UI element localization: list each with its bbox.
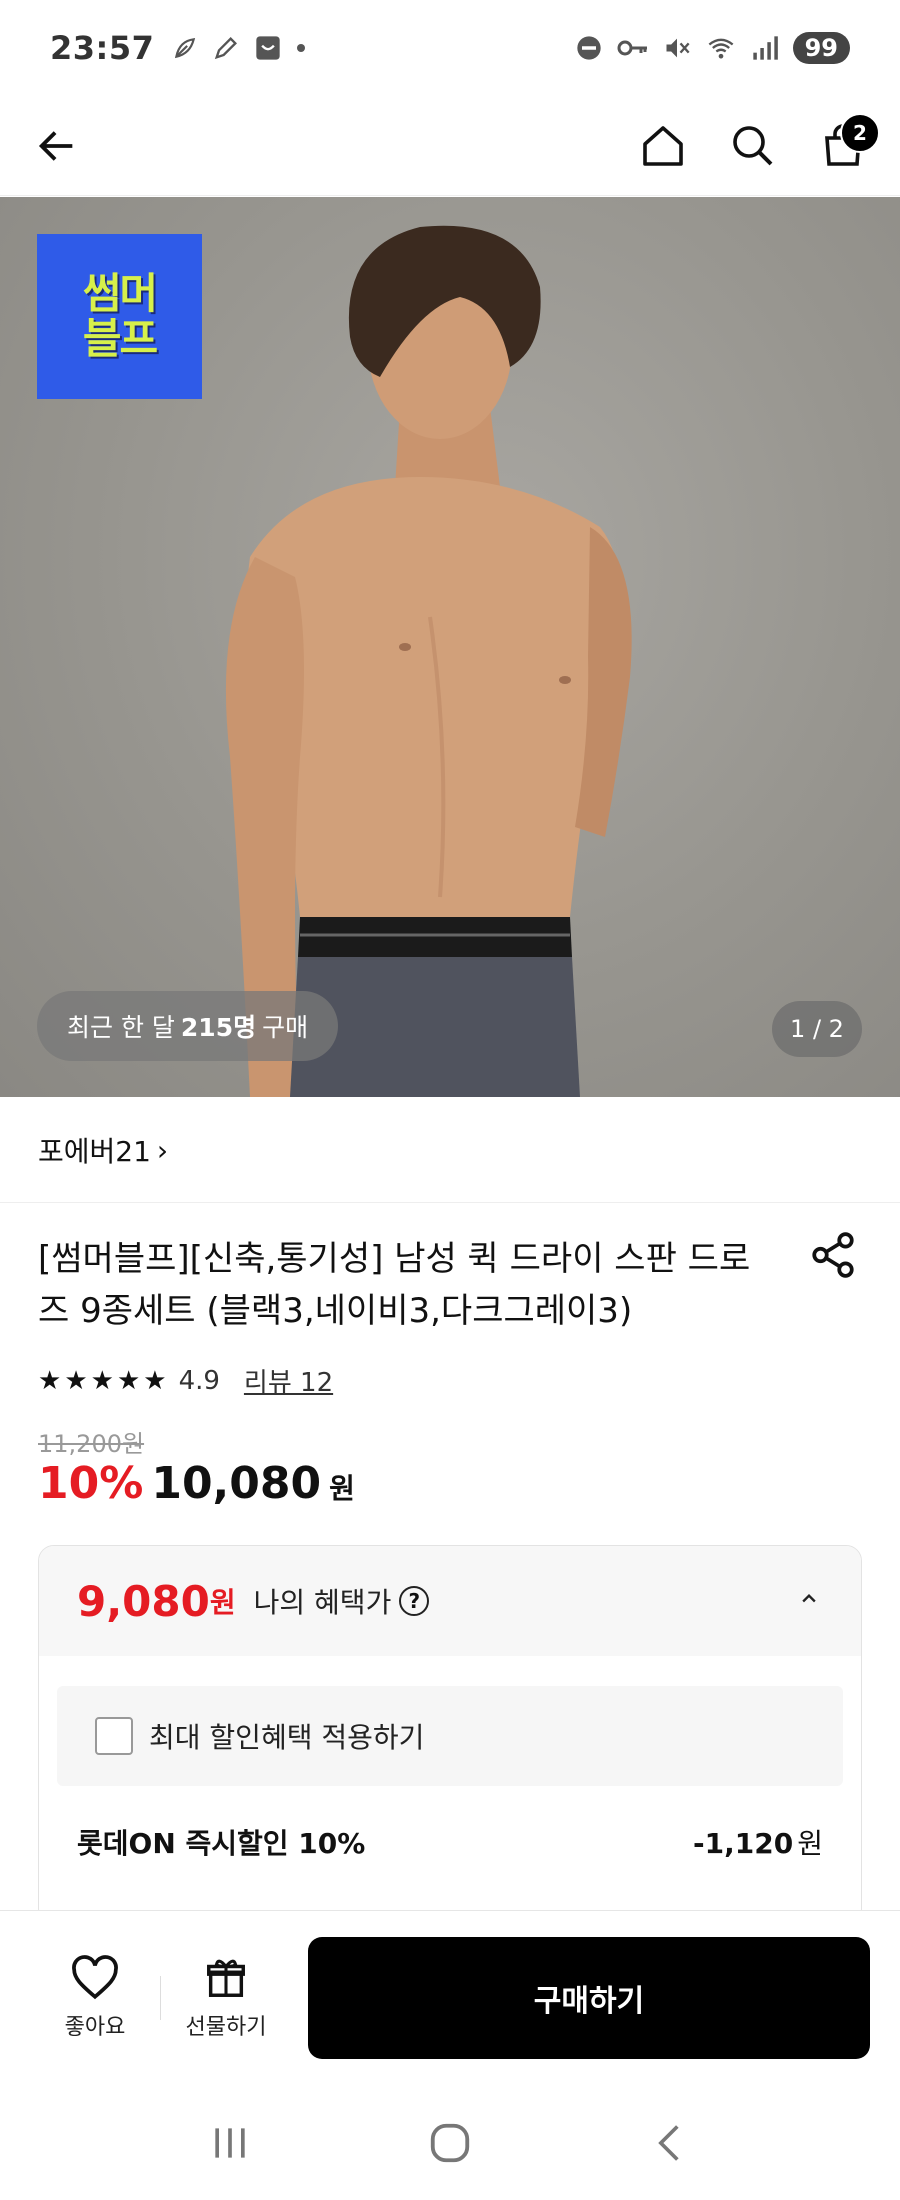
currency-won: 원 bbox=[329, 1472, 355, 1505]
like-button[interactable]: 좋아요 bbox=[30, 1955, 160, 2041]
like-label: 좋아요 bbox=[64, 2015, 126, 2040]
chevron-right-icon: › bbox=[156, 1133, 169, 1167]
product-image-carousel[interactable]: 썸머 블프 최근 한 달 215명 구매 1 / 2 bbox=[0, 197, 900, 1097]
max-discount-checkbox[interactable] bbox=[95, 1717, 133, 1755]
status-time: 23:57 bbox=[50, 29, 155, 67]
back-nav-icon[interactable] bbox=[648, 2121, 692, 2165]
review-link[interactable]: 리뷰 12 bbox=[244, 1362, 333, 1399]
star-icon: ★ bbox=[143, 1365, 167, 1396]
signal-icon bbox=[752, 36, 778, 60]
star-icon: ★ bbox=[64, 1365, 88, 1396]
star-icon: ★ bbox=[38, 1365, 62, 1396]
recent-buyers-pill: 최근 한 달 215명 구매 bbox=[37, 991, 339, 1061]
brand-name: 포에버21 bbox=[38, 1135, 151, 1168]
max-discount-option[interactable]: 최대 할인혜택 적용하기 bbox=[57, 1686, 843, 1786]
benefit-price: 9,080 bbox=[77, 1576, 210, 1626]
buy-button[interactable]: 구매하기 bbox=[308, 1937, 870, 2059]
home-button[interactable] bbox=[636, 119, 690, 173]
battery-indicator: 99 bbox=[792, 32, 850, 64]
benefit-label: 나의 혜택가 bbox=[253, 1586, 392, 1619]
rating-value: 4.9 bbox=[178, 1365, 220, 1396]
status-left: 23:57 bbox=[50, 29, 306, 67]
product-title: [썸머블프][신축,통기성] 남성 퀵 드라이 스판 드로즈 9종세트 (블랙3… bbox=[38, 1239, 751, 1331]
divider bbox=[0, 1202, 900, 1203]
discount-rate: 10% bbox=[38, 1458, 144, 1509]
gift-label: 선물하기 bbox=[185, 2015, 267, 2040]
status-bar: 23:57 99 bbox=[0, 0, 900, 96]
back-button[interactable] bbox=[30, 119, 84, 173]
promo-badge-line2: 블프 bbox=[82, 313, 158, 363]
brand-link[interactable]: 포에버21 › bbox=[38, 1130, 168, 1170]
key-icon bbox=[617, 40, 647, 56]
buyers-count: 215명 bbox=[180, 1013, 257, 1042]
max-discount-label: 최대 할인혜택 적용하기 bbox=[149, 1721, 425, 1754]
cart-count-badge: 2 bbox=[840, 112, 880, 153]
wifi-icon bbox=[708, 38, 733, 59]
star-icon: ★ bbox=[116, 1365, 141, 1396]
pen-icon bbox=[215, 37, 238, 60]
benefit-card: 9,080 원 나의 혜택가 ? 최대 할인혜택 적용하기 롯데ON 즉시할인 … bbox=[38, 1545, 862, 1925]
chevron-up-icon[interactable] bbox=[795, 1584, 823, 1619]
home-nav-icon[interactable] bbox=[427, 2120, 473, 2166]
leaf-icon bbox=[175, 38, 196, 59]
buyers-prefix: 최근 한 달 bbox=[67, 1013, 175, 1042]
search-icon bbox=[733, 125, 773, 165]
search-button[interactable] bbox=[726, 119, 780, 173]
buyers-suffix: 구매 bbox=[262, 1013, 309, 1042]
discount-currency: 원 bbox=[797, 1827, 823, 1860]
price-row: 10% 10,080 원 bbox=[38, 1458, 355, 1509]
benefit-header[interactable]: 9,080 원 나의 혜택가 ? bbox=[39, 1546, 861, 1656]
dot-icon bbox=[297, 44, 306, 52]
mute-icon bbox=[666, 38, 690, 58]
benefit-currency: 원 bbox=[209, 1586, 236, 1619]
gift-icon bbox=[207, 1959, 245, 1997]
promo-badge-line1: 썸머 bbox=[82, 269, 158, 319]
help-icon[interactable]: ? bbox=[399, 1586, 430, 1616]
summer-black-friday-badge: 썸머 블프 bbox=[37, 234, 202, 399]
discount-line: 롯데ON 즉시할인 10% -1,120 원 bbox=[39, 1822, 861, 1862]
original-price: 11,200원 bbox=[38, 1430, 145, 1458]
back-arrow-icon bbox=[38, 130, 73, 161]
star-rating: ★ ★ ★ ★ ★ bbox=[38, 1366, 167, 1396]
discount-amount-wrap: -1,120 원 bbox=[693, 1822, 823, 1862]
share-button[interactable] bbox=[808, 1230, 858, 1280]
share-icon bbox=[812, 1232, 854, 1278]
sale-price: 10,080 bbox=[151, 1458, 322, 1509]
home-icon bbox=[643, 125, 683, 166]
notification-icons bbox=[172, 34, 306, 62]
cart-button[interactable]: 2 bbox=[816, 112, 880, 173]
image-page-indicator: 1 / 2 bbox=[772, 1001, 862, 1057]
heart-icon bbox=[72, 1955, 118, 2000]
status-right: 99 bbox=[575, 32, 850, 64]
discount-amount: -1,120 bbox=[693, 1827, 794, 1860]
star-icon: ★ bbox=[90, 1365, 114, 1396]
rating-row: ★ ★ ★ ★ ★ 4.9 리뷰 12 bbox=[38, 1362, 333, 1399]
bottom-action-bar: 좋아요 선물하기 구매하기 bbox=[0, 1910, 900, 2085]
system-navigation-bar bbox=[0, 2085, 900, 2200]
top-navigation: 2 bbox=[0, 96, 900, 196]
app-notification-icon bbox=[256, 36, 281, 60]
do-not-disturb-icon bbox=[576, 36, 601, 60]
discount-name: 롯데ON 즉시할인 10% bbox=[77, 1827, 366, 1860]
recent-apps-icon[interactable] bbox=[208, 2121, 252, 2165]
gift-button[interactable]: 선물하기 bbox=[161, 1955, 291, 2041]
nav-actions: 2 bbox=[636, 112, 880, 173]
